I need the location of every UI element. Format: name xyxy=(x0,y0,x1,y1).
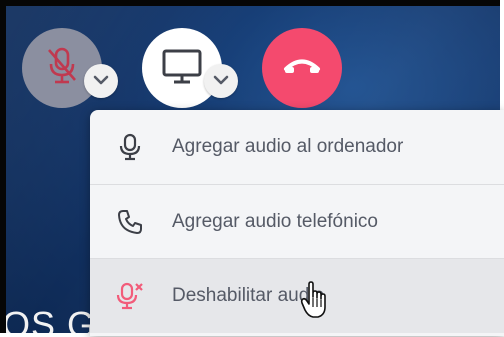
audio-options-chevron-button[interactable] xyxy=(84,64,118,98)
audio-options-menu: Agregar audio al ordenador Agregar audio… xyxy=(90,110,504,336)
chevron-down-icon xyxy=(213,72,229,90)
menu-item-add-computer-audio[interactable]: Agregar audio al ordenador xyxy=(90,110,504,184)
chevron-down-icon xyxy=(93,72,109,90)
monitor-icon xyxy=(161,48,203,89)
microphone-disabled-icon xyxy=(116,282,144,310)
hand-cursor-icon xyxy=(300,281,330,319)
end-call-button[interactable] xyxy=(262,28,342,108)
menu-item-add-phone-audio[interactable]: Agregar audio telefónico xyxy=(90,184,504,259)
menu-item-label: Agregar audio telefónico xyxy=(172,211,378,232)
phone-hangup-icon xyxy=(282,56,322,81)
phone-icon xyxy=(116,208,144,236)
screen-share-options-chevron-button[interactable] xyxy=(204,64,238,98)
menu-item-label: Agregar audio al ordenador xyxy=(172,136,404,157)
menu-item-disable-audio[interactable]: Deshabilitar audio xyxy=(90,258,504,333)
microphone-icon xyxy=(116,133,144,161)
microphone-muted-icon xyxy=(45,46,79,91)
